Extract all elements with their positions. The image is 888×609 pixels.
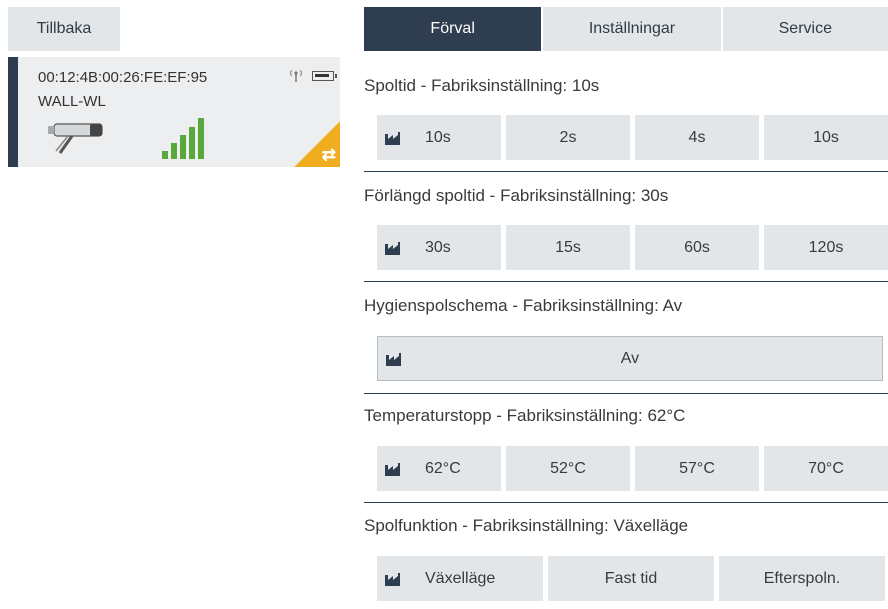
option-label: 30s xyxy=(425,238,451,256)
option-button[interactable]: 4s xyxy=(635,115,759,160)
options-hygienspolschema: Av xyxy=(377,336,883,381)
factory-icon xyxy=(385,462,400,476)
device-mac-address: 00:12:4B:00:26:FE:EF:95 xyxy=(38,69,208,86)
back-button[interactable]: Tillbaka xyxy=(8,7,120,51)
section-divider xyxy=(364,393,888,394)
option-label: 10s xyxy=(425,128,451,146)
signal-strength-icon xyxy=(162,118,204,159)
swap-badge[interactable]: ⇄ xyxy=(294,121,340,167)
option-button[interactable]: 57°C xyxy=(635,446,759,491)
section-title-hygienspolschema: Hygienspolschema - Fabriksinställning: A… xyxy=(364,296,683,315)
device-name: WALL-WL xyxy=(38,93,106,110)
section-title-spolfunktion: Spolfunktion - Fabriksinställning: Växel… xyxy=(364,516,689,535)
section-title-spoltid: Spoltid - Fabriksinställning: 10s xyxy=(364,76,600,95)
factory-icon xyxy=(385,241,400,255)
section-divider xyxy=(364,171,888,172)
option-button[interactable]: 10s xyxy=(764,115,888,160)
section-divider xyxy=(364,281,888,282)
option-default[interactable]: Av xyxy=(377,336,883,381)
tab-bar: Förval Inställningar Service xyxy=(364,7,888,51)
option-label: Av xyxy=(620,349,640,367)
option-label: Växelläge xyxy=(425,569,496,587)
factory-icon xyxy=(386,352,401,366)
tab-service[interactable]: Service xyxy=(722,7,888,51)
option-button[interactable]: Fast tid xyxy=(548,556,714,601)
option-default[interactable]: 10s xyxy=(377,115,501,160)
factory-icon xyxy=(385,131,400,145)
battery-icon xyxy=(312,71,337,81)
option-default[interactable]: 62°C xyxy=(377,446,501,491)
factory-icon xyxy=(385,572,400,586)
option-button[interactable]: 120s xyxy=(764,225,888,270)
section-divider xyxy=(364,502,888,503)
option-button[interactable]: 70°C xyxy=(764,446,888,491)
antenna-icon xyxy=(289,69,303,82)
option-label: 62°C xyxy=(425,459,461,477)
option-button[interactable]: Efterspoln. xyxy=(719,556,885,601)
options-temperaturstopp: 62°C 52°C 57°C 70°C xyxy=(377,446,888,491)
tab-forval[interactable]: Förval xyxy=(364,7,542,51)
options-forlangd-spoltid: 30s 15s 60s 120s xyxy=(377,225,888,270)
option-button[interactable]: 2s xyxy=(506,115,630,160)
option-button[interactable]: 52°C xyxy=(506,446,630,491)
section-title-temperaturstopp: Temperaturstopp - Fabriksinställning: 62… xyxy=(364,406,686,425)
faucet-icon xyxy=(48,123,103,154)
device-card[interactable]: 00:12:4B:00:26:FE:EF:95 WALL-WL ⇄ xyxy=(8,57,340,167)
tab-installningar[interactable]: Inställningar xyxy=(543,7,721,51)
options-spoltid: 10s 2s 4s 10s xyxy=(377,115,888,160)
swap-icon: ⇄ xyxy=(321,145,336,164)
option-button[interactable]: 60s xyxy=(635,225,759,270)
option-default[interactable]: Växelläge xyxy=(377,556,543,601)
section-title-forlangd-spoltid: Förlängd spoltid - Fabriksinställning: 3… xyxy=(364,186,669,205)
option-button[interactable]: 15s xyxy=(506,225,630,270)
options-spolfunktion: Växelläge Fast tid Efterspoln. xyxy=(377,556,885,601)
option-default[interactable]: 30s xyxy=(377,225,501,270)
